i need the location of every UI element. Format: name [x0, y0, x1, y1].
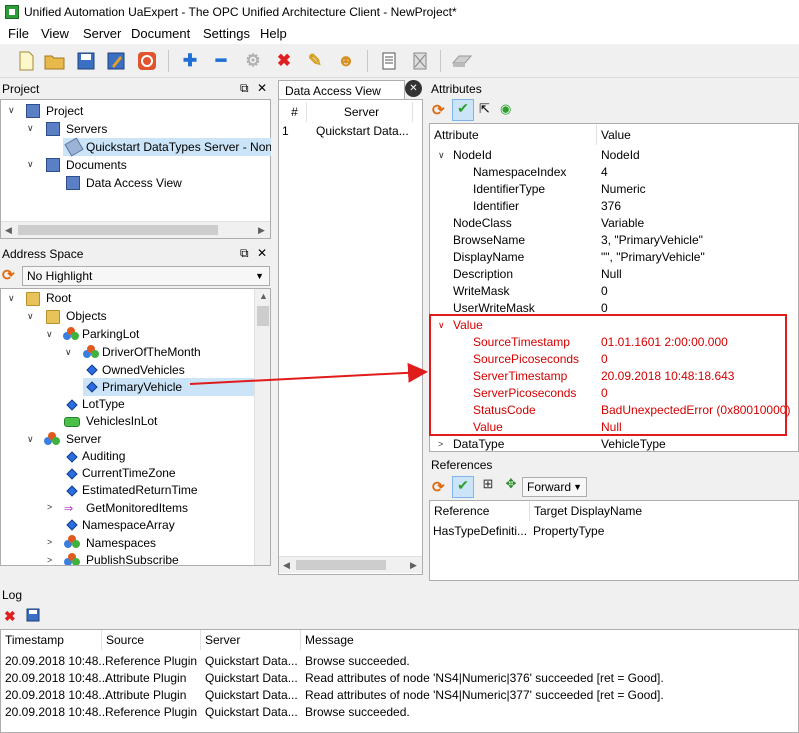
references-header: References	[429, 456, 799, 474]
refresh-icon[interactable]: ⟳	[432, 478, 452, 498]
hierarchy-icon[interactable]: ⊞	[477, 476, 499, 498]
column-header-reference[interactable]: Reference	[430, 501, 530, 521]
log-cell: Reference Plugin	[105, 654, 198, 668]
log-cell: Browse succeeded.	[305, 705, 410, 719]
annotation-arrow	[189, 362, 428, 385]
log-cell: 20.09.2018 10:48...	[5, 671, 109, 685]
check-icon[interactable]: ✔	[452, 476, 474, 498]
log-header: Log	[0, 586, 799, 604]
save-log-icon[interactable]	[26, 608, 42, 624]
column-header-target[interactable]: Target DisplayName	[530, 501, 730, 521]
reference-type[interactable]: HasTypeDefiniti...	[433, 522, 528, 540]
log-cell: Reference Plugin	[105, 705, 198, 719]
log-cell: 20.09.2018 10:48...	[5, 654, 109, 668]
log-cell: Attribute Plugin	[105, 688, 187, 702]
log-cell: Attribute Plugin	[105, 671, 187, 685]
column-header-message[interactable]: Message	[301, 630, 798, 650]
log-cell: Browse succeeded.	[305, 654, 410, 668]
log-table: Timestamp Source Server Message 20.09.20…	[0, 629, 799, 733]
log-cell: 20.09.2018 10:48...	[5, 688, 109, 702]
column-header-timestamp[interactable]: Timestamp	[1, 630, 102, 650]
log-cell: Quickstart Data...	[205, 705, 298, 719]
column-header-server[interactable]: Server	[201, 630, 301, 650]
references-table: Reference Target DisplayName HasTypeDefi…	[429, 500, 799, 581]
chevron-down-icon: ▼	[573, 482, 582, 492]
direction-select-value: Forward	[527, 480, 572, 494]
log-cell: Quickstart Data...	[205, 688, 298, 702]
direction-select[interactable]: Forward ▼	[522, 477, 587, 497]
browse-icon[interactable]: ✥	[500, 476, 522, 498]
column-header-source[interactable]: Source	[102, 630, 201, 650]
log-cell: Quickstart Data...	[205, 654, 298, 668]
reference-target[interactable]: PropertyType	[533, 522, 604, 540]
log-cell: Read attributes of node 'NS4|Numeric|376…	[305, 671, 664, 685]
log-title: Log	[2, 588, 23, 602]
log-cell: 20.09.2018 10:48...	[5, 705, 109, 719]
references-title: References	[431, 458, 493, 472]
log-cell: Quickstart Data...	[205, 671, 298, 685]
log-cell: Read attributes of node 'NS4|Numeric|377…	[305, 688, 664, 702]
clear-log-icon[interactable]: ✖	[4, 608, 20, 624]
